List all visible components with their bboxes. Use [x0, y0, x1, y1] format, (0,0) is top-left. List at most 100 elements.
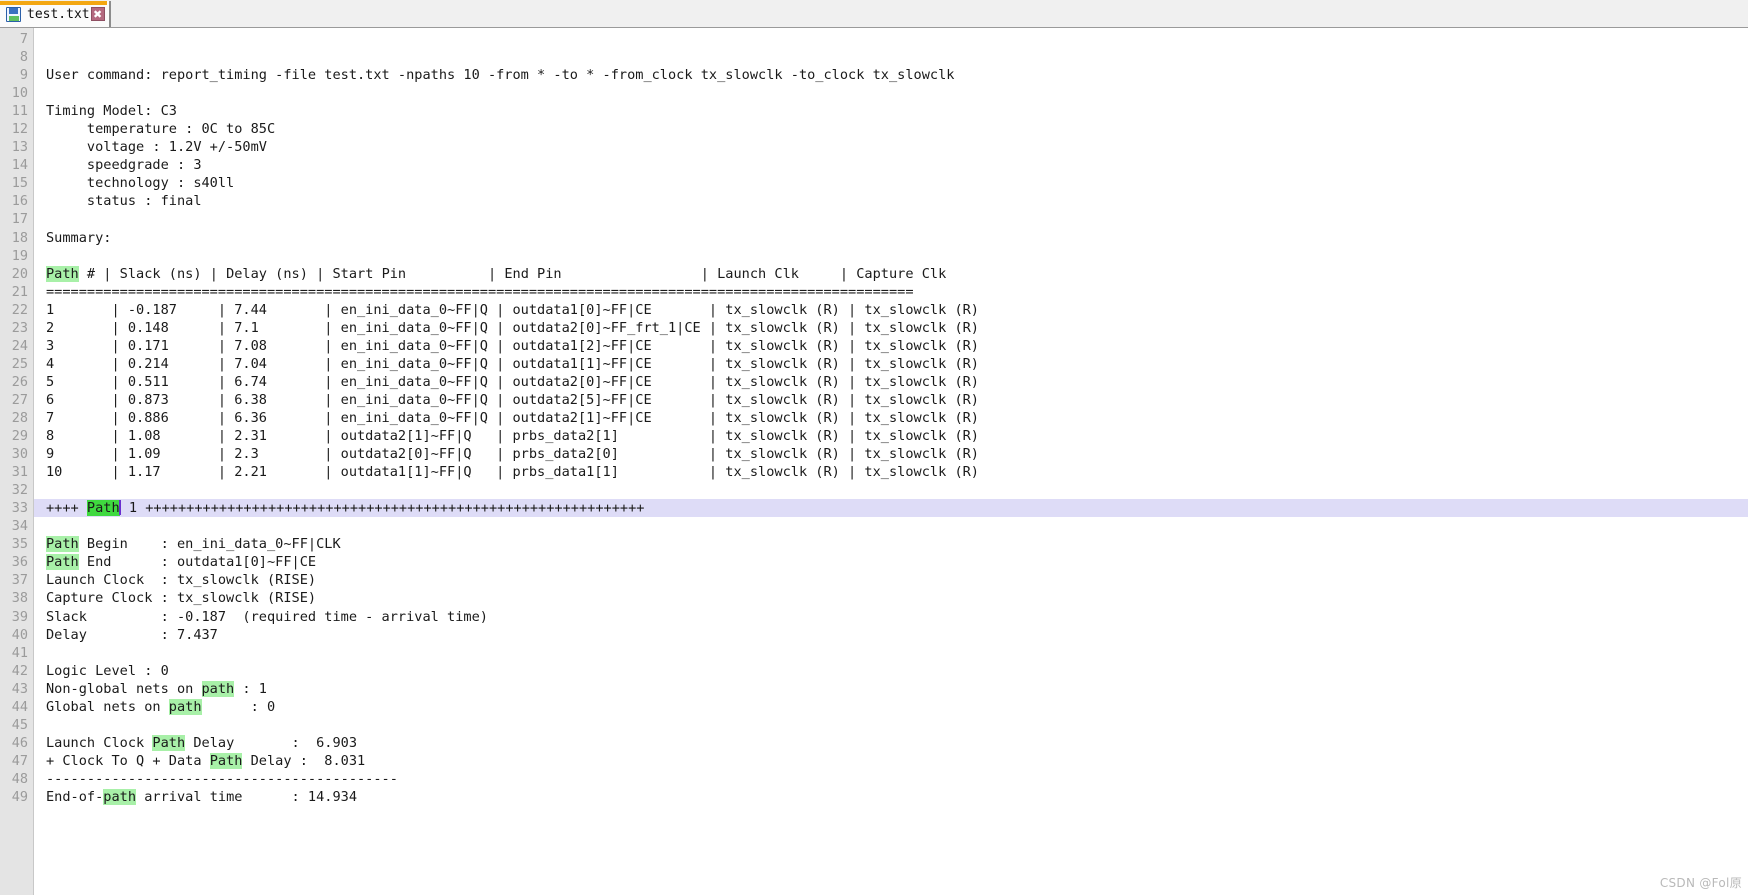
- code-line[interactable]: technology : s40ll: [34, 174, 1748, 192]
- code-line[interactable]: ++++ Path 1 ++++++++++++++++++++++++++++…: [34, 499, 1748, 518]
- watermark: CSDN @Fol原: [1659, 876, 1742, 890]
- code-text: Delay : 6.903: [185, 734, 358, 751]
- code-text: 5 | 0.511 | 6.74 | en_ini_data_0~FF|Q | …: [46, 373, 979, 390]
- search-match: path: [103, 788, 137, 805]
- line-number: 47: [11, 752, 28, 769]
- floppy-save-icon: [6, 6, 21, 22]
- line-number: 17: [11, 211, 28, 228]
- code-line[interactable]: 5 | 0.511 | 6.74 | en_ini_data_0~FF|Q | …: [34, 373, 1748, 391]
- code-line[interactable]: 1 | -0.187 | 7.44 | en_ini_data_0~FF|Q |…: [34, 301, 1748, 319]
- line-number: 32: [11, 482, 28, 499]
- search-match-current: Path: [86, 500, 120, 517]
- code-text: technology : s40ll: [46, 175, 235, 192]
- line-number: 40: [11, 626, 28, 643]
- line-number: 24: [11, 337, 28, 354]
- code-line[interactable]: Non-global nets on path : 1: [34, 680, 1748, 698]
- code-line[interactable]: Launch Clock : tx_slowclk (RISE): [34, 571, 1748, 589]
- code-line[interactable]: Path End : outdata1[0]~FF|CE: [34, 553, 1748, 571]
- line-number: 36: [11, 554, 28, 571]
- code-line[interactable]: 4 | 0.214 | 7.04 | en_ini_data_0~FF|Q | …: [34, 355, 1748, 373]
- code-text: status : final: [46, 193, 202, 210]
- line-number-gutter: 7 8 9 10 11 12 13 14 15 16 17 18 19 20 21 22 23 24 25 26 27 2…: [0, 28, 34, 895]
- code-line[interactable]: 7 | 0.886 | 6.36 | en_ini_data_0~FF|Q | …: [34, 409, 1748, 427]
- code-text: User command: report_timing -file test.t…: [46, 67, 955, 84]
- code-line[interactable]: 9 | 1.09 | 2.3 | outdata2[0]~FF|Q | prbs…: [34, 445, 1748, 463]
- search-match: Path: [152, 734, 186, 751]
- line-number: 13: [11, 139, 28, 156]
- code-text: Summary:: [46, 229, 112, 246]
- code-line[interactable]: voltage : 1.2V +/-50mV: [34, 138, 1748, 156]
- close-icon[interactable]: ✖: [90, 7, 105, 21]
- code-line[interactable]: 10 | 1.17 | 2.21 | outdata1[1]~FF|Q | pr…: [34, 463, 1748, 481]
- code-line[interactable]: [34, 30, 1748, 48]
- line-number: 19: [11, 247, 28, 264]
- code-line[interactable]: [34, 481, 1748, 499]
- code-line[interactable]: speedgrade : 3: [34, 156, 1748, 174]
- code-text: 2 | 0.148 | 7.1 | en_ini_data_0~FF|Q | o…: [46, 319, 979, 336]
- code-text: temperature : 0C to 85C: [46, 121, 276, 138]
- code-line[interactable]: [34, 48, 1748, 66]
- code-line[interactable]: temperature : 0C to 85C: [34, 120, 1748, 138]
- editor-tab-test-txt[interactable]: test.txt ✖: [0, 1, 111, 27]
- line-number: 10: [11, 85, 28, 102]
- code-line[interactable]: Path # | Slack (ns) | Delay (ns) | Start…: [34, 265, 1748, 283]
- line-number: 16: [11, 193, 28, 210]
- code-line[interactable]: [34, 210, 1748, 228]
- code-line[interactable]: [34, 247, 1748, 265]
- code-text: 8 | 1.08 | 2.31 | outdata2[1]~FF|Q | prb…: [46, 428, 979, 445]
- search-match: path: [201, 680, 235, 697]
- code-line[interactable]: Slack : -0.187 (required time - arrival …: [34, 608, 1748, 626]
- line-number: 38: [11, 590, 28, 607]
- code-line[interactable]: 2 | 0.148 | 7.1 | en_ini_data_0~FF|Q | o…: [34, 319, 1748, 337]
- code-line[interactable]: + Clock To Q + Data Path Delay : 8.031: [34, 752, 1748, 770]
- code-line[interactable]: [34, 716, 1748, 734]
- code-line[interactable]: [34, 84, 1748, 102]
- line-number: 31: [11, 464, 28, 481]
- code-line[interactable]: Launch Clock Path Delay : 6.903: [34, 734, 1748, 752]
- line-number: 30: [11, 446, 28, 463]
- code-text: Launch Clock : tx_slowclk (RISE): [46, 572, 317, 589]
- text-editor[interactable]: 7 8 9 10 11 12 13 14 15 16 17 18 19 20 21 22 23 24 25 26 27 2…: [0, 28, 1748, 895]
- code-line[interactable]: User command: report_timing -file test.t…: [34, 66, 1748, 84]
- code-line[interactable]: 3 | 0.171 | 7.08 | en_ini_data_0~FF|Q | …: [34, 337, 1748, 355]
- line-number: 14: [11, 157, 28, 174]
- search-match: Path: [46, 536, 79, 553]
- code-text: ========================================…: [46, 283, 914, 300]
- code-line[interactable]: Summary:: [34, 229, 1748, 247]
- code-text: 1 ++++++++++++++++++++++++++++++++++++++…: [120, 500, 645, 517]
- line-number: 39: [11, 608, 28, 625]
- code-line[interactable]: Path Begin : en_ini_data_0~FF|CLK: [34, 535, 1748, 553]
- code-text: arrival time : 14.934: [136, 788, 358, 805]
- code-line[interactable]: 6 | 0.873 | 6.38 | en_ini_data_0~FF|Q | …: [34, 391, 1748, 409]
- code-line[interactable]: ----------------------------------------…: [34, 770, 1748, 788]
- code-text: Capture Clock : tx_slowclk (RISE): [46, 590, 317, 607]
- code-line[interactable]: status : final: [34, 192, 1748, 210]
- line-number: 12: [11, 121, 28, 138]
- tab-bar: test.txt ✖: [0, 0, 1748, 28]
- code-line[interactable]: Global nets on path : 0: [34, 698, 1748, 716]
- code-text: 3 | 0.171 | 7.08 | en_ini_data_0~FF|Q | …: [46, 337, 979, 354]
- code-text: Slack : -0.187 (required time - arrival …: [46, 608, 488, 625]
- code-line[interactable]: Timing Model: C3: [34, 102, 1748, 120]
- code-line[interactable]: End-of-path arrival time : 14.934: [34, 788, 1748, 806]
- line-number: 48: [11, 770, 28, 787]
- line-number: 42: [11, 662, 28, 679]
- code-line[interactable]: Logic Level : 0: [34, 662, 1748, 680]
- code-area[interactable]: User command: report_timing -file test.t…: [34, 28, 1748, 895]
- search-match: path: [168, 698, 202, 715]
- line-number: 37: [11, 572, 28, 589]
- line-number: 49: [11, 788, 28, 805]
- line-number: 28: [11, 409, 28, 426]
- code-line[interactable]: Capture Clock : tx_slowclk (RISE): [34, 589, 1748, 607]
- code-line[interactable]: 8 | 1.08 | 2.31 | outdata2[1]~FF|Q | prb…: [34, 427, 1748, 445]
- code-line[interactable]: [34, 517, 1748, 535]
- code-text: + Clock To Q + Data: [46, 752, 210, 769]
- code-line[interactable]: [34, 644, 1748, 662]
- code-line[interactable]: ========================================…: [34, 283, 1748, 301]
- line-number: 34: [11, 518, 28, 535]
- tab-active-indicator: [0, 1, 107, 5]
- code-text: 7 | 0.886 | 6.36 | en_ini_data_0~FF|Q | …: [46, 409, 979, 426]
- code-text: 9 | 1.09 | 2.3 | outdata2[0]~FF|Q | prbs…: [46, 446, 979, 463]
- code-line[interactable]: Delay : 7.437: [34, 626, 1748, 644]
- line-number: 41: [11, 644, 28, 661]
